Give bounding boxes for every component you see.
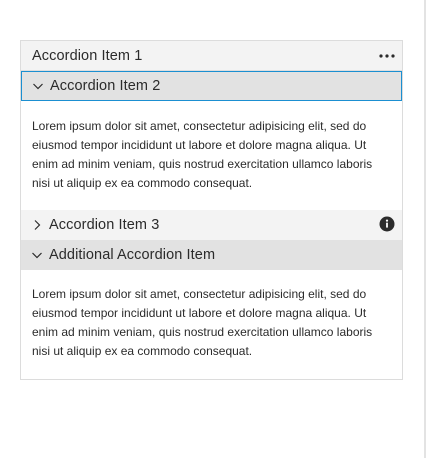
- accordion-item-2-title: Accordion Item 2: [50, 78, 161, 94]
- accordion-item-1-title: Accordion Item 1: [32, 47, 143, 64]
- accordion-item-3-title: Accordion Item 3: [49, 217, 160, 233]
- more-horizontal-icon[interactable]: [378, 49, 396, 63]
- accordion-item-4-content: Lorem ipsum dolor sit amet, consectetur …: [32, 287, 373, 358]
- accordion-item-4-panel: Lorem ipsum dolor sit amet, consectetur …: [21, 270, 402, 379]
- chevron-down-icon: [32, 80, 44, 92]
- chevron-down-icon: [31, 249, 43, 261]
- accordion-item-4-header[interactable]: Additional Accordion Item: [21, 240, 402, 270]
- accordion-item-3-header[interactable]: Accordion Item 3: [21, 210, 402, 240]
- accordion-item-2-panel: Lorem ipsum dolor sit amet, consectetur …: [21, 101, 402, 210]
- accordion-item-2-header[interactable]: Accordion Item 2: [21, 71, 402, 101]
- accordion-item-2-content: Lorem ipsum dolor sit amet, consectetur …: [32, 119, 373, 190]
- info-icon[interactable]: [379, 216, 395, 232]
- chevron-right-icon: [31, 219, 43, 231]
- accordion: Accordion Item 1 Accordion Item 2 Lorem …: [20, 40, 403, 380]
- accordion-item-4-title: Additional Accordion Item: [49, 247, 216, 263]
- accordion-item-1-header[interactable]: Accordion Item 1: [21, 41, 402, 71]
